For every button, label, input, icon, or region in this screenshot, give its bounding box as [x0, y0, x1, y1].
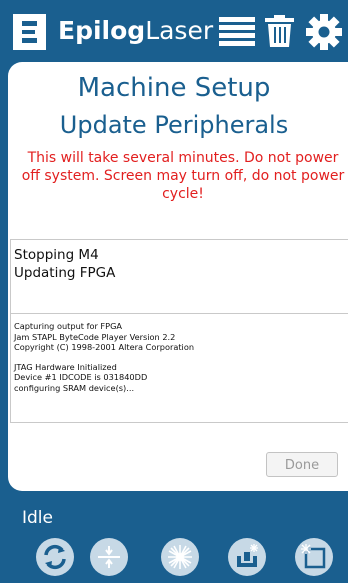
- frame-icon[interactable]: [295, 538, 333, 576]
- trash-icon[interactable]: [265, 15, 294, 47]
- epilog-logo-icon: [13, 14, 46, 50]
- page-title: Machine Setup: [77, 73, 271, 103]
- log-output[interactable]: Capturing output for FPGA Jam STAPL Byte…: [10, 314, 348, 423]
- laser-icon[interactable]: [161, 538, 199, 576]
- gear-icon[interactable]: [306, 14, 342, 50]
- focus-icon[interactable]: [90, 538, 128, 576]
- status-line: Stopping M4: [14, 247, 99, 263]
- brand-light: Laser: [145, 16, 214, 45]
- machine-status: Idle: [22, 508, 53, 528]
- log-line: Copyright (C) 1998-2001 Altera Corporati…: [14, 342, 195, 352]
- done-button[interactable]: Done: [266, 452, 338, 477]
- app-header: EpilogLaser: [0, 0, 348, 62]
- log-line: Jam STAPL ByteCode Player Version 2.2: [14, 331, 176, 342]
- page-subtitle: Update Peripherals: [59, 111, 289, 139]
- status-line: Updating FPGA: [14, 265, 116, 281]
- log-line: Device #1 IDCODE is 031840DD: [14, 372, 148, 382]
- refresh-icon[interactable]: [36, 538, 74, 576]
- log-line: Capturing output for FPGA: [14, 321, 123, 331]
- brand-bold: Epilog: [58, 16, 146, 45]
- brand-name: EpilogLaser: [58, 13, 213, 49]
- warning-message: This will take several minutes. Do not p…: [21, 150, 345, 202]
- menu-icon[interactable]: [219, 17, 255, 47]
- log-line: configuring SRAM device(s)...: [14, 382, 135, 393]
- job-icon[interactable]: [228, 538, 266, 576]
- log-line: JTAG Hardware Initialized: [14, 361, 117, 372]
- log-line-blank: [14, 353, 348, 362]
- status-output: Stopping M4 Updating FPGA: [10, 239, 348, 314]
